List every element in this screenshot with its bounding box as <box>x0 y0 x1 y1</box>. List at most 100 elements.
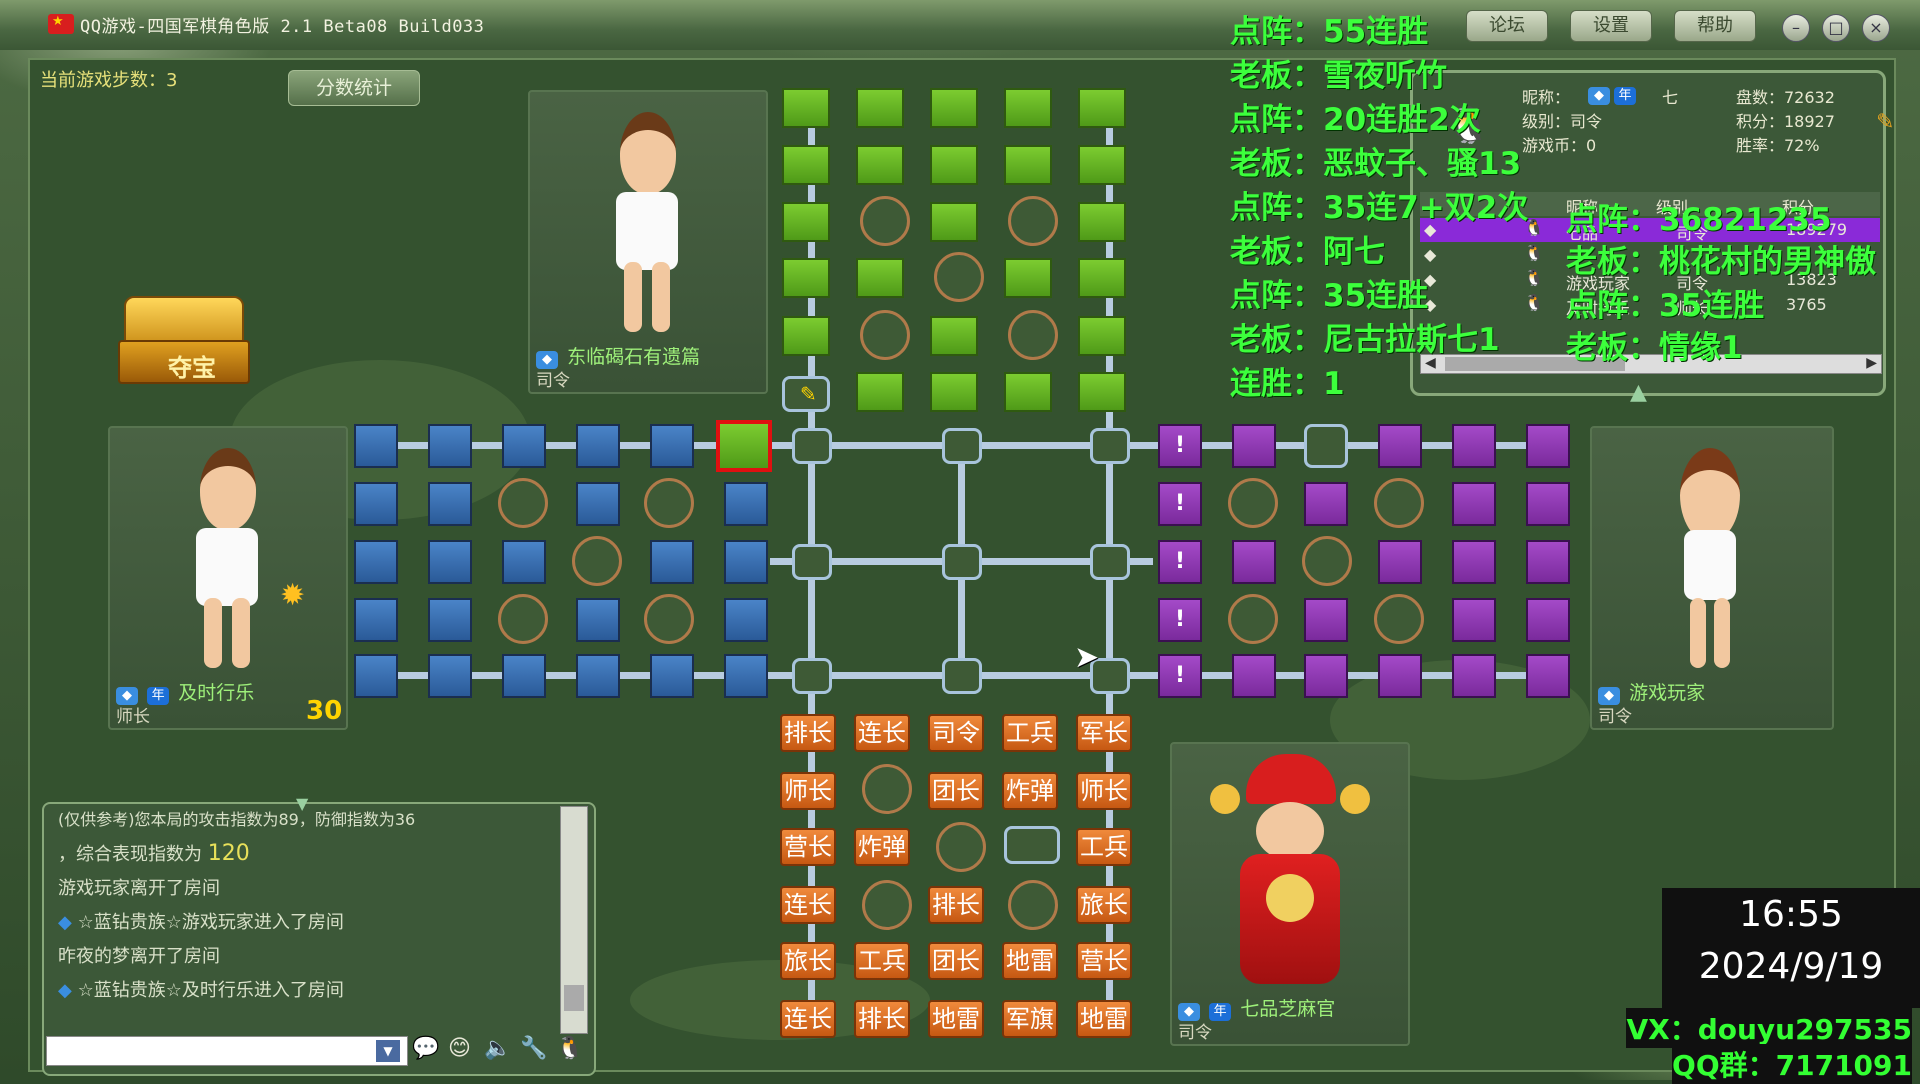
hidden-piece-purple[interactable] <box>1304 598 1348 642</box>
hidden-piece-green[interactable] <box>930 316 978 356</box>
hidden-piece-purple[interactable] <box>1452 424 1496 468</box>
pencil-icon[interactable]: ✎ <box>1876 110 1894 135</box>
maximize-icon[interactable]: □ <box>1822 14 1850 42</box>
speaker-icon[interactable]: 🔈 <box>484 1036 511 1061</box>
hidden-piece-purple[interactable] <box>1378 540 1422 584</box>
player-panel-left[interactable]: ✹ ◆ 年 及时行乐 师长 30 <box>108 426 348 730</box>
chevron-down-icon[interactable]: ▼ <box>376 1040 400 1062</box>
qq-penguin-icon[interactable]: 🐧 <box>556 1036 583 1061</box>
hidden-piece-blue[interactable] <box>650 540 694 584</box>
camp[interactable] <box>936 822 986 872</box>
piece[interactable]: 团长 <box>928 942 984 980</box>
hidden-piece-blue[interactable] <box>354 540 398 584</box>
hidden-piece-green[interactable] <box>782 145 830 185</box>
alert-piece-purple[interactable]: ! <box>1158 482 1202 526</box>
alert-piece-purple[interactable]: ! <box>1158 654 1202 698</box>
piece[interactable]: 地雷 <box>928 1000 984 1038</box>
hidden-piece-blue[interactable] <box>354 598 398 642</box>
player-panel-right[interactable]: ◆ 游戏玩家 司令 <box>1590 426 1834 730</box>
hidden-piece-green[interactable] <box>930 145 978 185</box>
piece[interactable]: 军长 <box>1076 714 1132 752</box>
minimize-icon[interactable]: – <box>1782 14 1810 42</box>
hidden-piece-blue[interactable] <box>502 540 546 584</box>
camp[interactable] <box>498 594 548 644</box>
piece[interactable]: 工兵 <box>1076 828 1132 866</box>
camp[interactable] <box>644 594 694 644</box>
camp[interactable] <box>1228 478 1278 528</box>
piece[interactable]: 营长 <box>1076 942 1132 980</box>
alert-piece-purple[interactable]: ! <box>1158 598 1202 642</box>
hidden-piece-green[interactable] <box>1078 145 1126 185</box>
camp[interactable] <box>1374 478 1424 528</box>
treasure-chest[interactable]: 夺宝 <box>118 296 250 386</box>
alert-piece-purple[interactable]: ! <box>1158 540 1202 584</box>
piece[interactable]: 连长 <box>780 1000 836 1038</box>
hidden-piece-blue[interactable] <box>576 424 620 468</box>
selected-piece-green[interactable] <box>716 420 772 472</box>
piece[interactable]: 司令 <box>928 714 984 752</box>
hidden-piece-blue[interactable] <box>354 654 398 698</box>
hidden-piece-blue[interactable] <box>650 424 694 468</box>
hidden-piece-blue[interactable] <box>576 598 620 642</box>
wrench-icon[interactable]: 🔧 <box>520 1036 547 1061</box>
camp[interactable] <box>934 252 984 302</box>
hidden-piece-blue[interactable] <box>502 424 546 468</box>
piece[interactable]: 排长 <box>780 714 836 752</box>
hidden-piece-blue[interactable] <box>428 540 472 584</box>
chat-input[interactable] <box>46 1036 408 1066</box>
piece[interactable]: 炸弹 <box>1002 772 1058 810</box>
camp[interactable] <box>862 880 912 930</box>
hidden-piece-blue[interactable] <box>502 654 546 698</box>
hidden-piece-purple[interactable] <box>1452 598 1496 642</box>
piece[interactable]: 排长 <box>928 886 984 924</box>
camp[interactable] <box>572 536 622 586</box>
score-stats-button[interactable]: 分数统计 <box>288 70 420 106</box>
hidden-piece-green[interactable] <box>1078 258 1126 298</box>
hidden-piece-green[interactable] <box>1078 316 1126 356</box>
hidden-piece-blue[interactable] <box>428 424 472 468</box>
hidden-piece-purple[interactable] <box>1526 482 1570 526</box>
hidden-piece-blue[interactable] <box>354 424 398 468</box>
hidden-piece-green[interactable] <box>1004 372 1052 412</box>
hidden-piece-green[interactable] <box>930 88 978 128</box>
hidden-piece-purple[interactable] <box>1452 482 1496 526</box>
piece[interactable]: 军旗 <box>1002 1000 1058 1038</box>
hidden-piece-purple[interactable] <box>1378 654 1422 698</box>
piece[interactable]: 连长 <box>780 886 836 924</box>
hidden-piece-purple[interactable] <box>1232 424 1276 468</box>
camp[interactable] <box>1228 594 1278 644</box>
hidden-piece-green[interactable] <box>930 202 978 242</box>
hidden-piece-green[interactable] <box>782 88 830 128</box>
hidden-piece-green[interactable] <box>856 258 904 298</box>
chat-bubble-icon[interactable]: 💬 <box>412 1036 439 1061</box>
hidden-piece-purple[interactable] <box>1526 424 1570 468</box>
hidden-piece-green[interactable] <box>856 88 904 128</box>
piece[interactable]: 连长 <box>854 714 910 752</box>
piece[interactable]: 师长 <box>1076 772 1132 810</box>
settings-button[interactable]: 设置 <box>1570 10 1652 42</box>
piece[interactable]: 炸弹 <box>854 828 910 866</box>
hidden-piece-green[interactable] <box>1078 372 1126 412</box>
camp[interactable] <box>1008 310 1058 360</box>
camp[interactable] <box>1374 594 1424 644</box>
emoji-icon[interactable]: 😊 <box>448 1036 471 1061</box>
hidden-piece-purple[interactable] <box>1452 540 1496 584</box>
piece[interactable]: 地雷 <box>1002 942 1058 980</box>
hidden-piece-green[interactable] <box>856 372 904 412</box>
hidden-piece-blue[interactable] <box>724 482 768 526</box>
hidden-piece-blue[interactable] <box>724 598 768 642</box>
hidden-piece-purple[interactable] <box>1378 424 1422 468</box>
hidden-piece-green[interactable] <box>782 258 830 298</box>
empty-post[interactable] <box>1004 826 1060 864</box>
hidden-piece-green[interactable] <box>782 202 830 242</box>
piece[interactable]: 工兵 <box>854 942 910 980</box>
piece[interactable]: 地雷 <box>1076 1000 1132 1038</box>
hidden-piece-purple[interactable] <box>1452 654 1496 698</box>
forum-button[interactable]: 论坛 <box>1466 10 1548 42</box>
hidden-piece-green[interactable] <box>1004 145 1052 185</box>
player-panel-top[interactable]: ◆ 东临碣石有遗篇 司令 <box>528 90 768 394</box>
camp[interactable] <box>860 310 910 360</box>
hidden-piece-purple[interactable] <box>1232 654 1276 698</box>
hidden-piece-blue[interactable] <box>354 482 398 526</box>
hidden-piece-green[interactable] <box>1004 258 1052 298</box>
